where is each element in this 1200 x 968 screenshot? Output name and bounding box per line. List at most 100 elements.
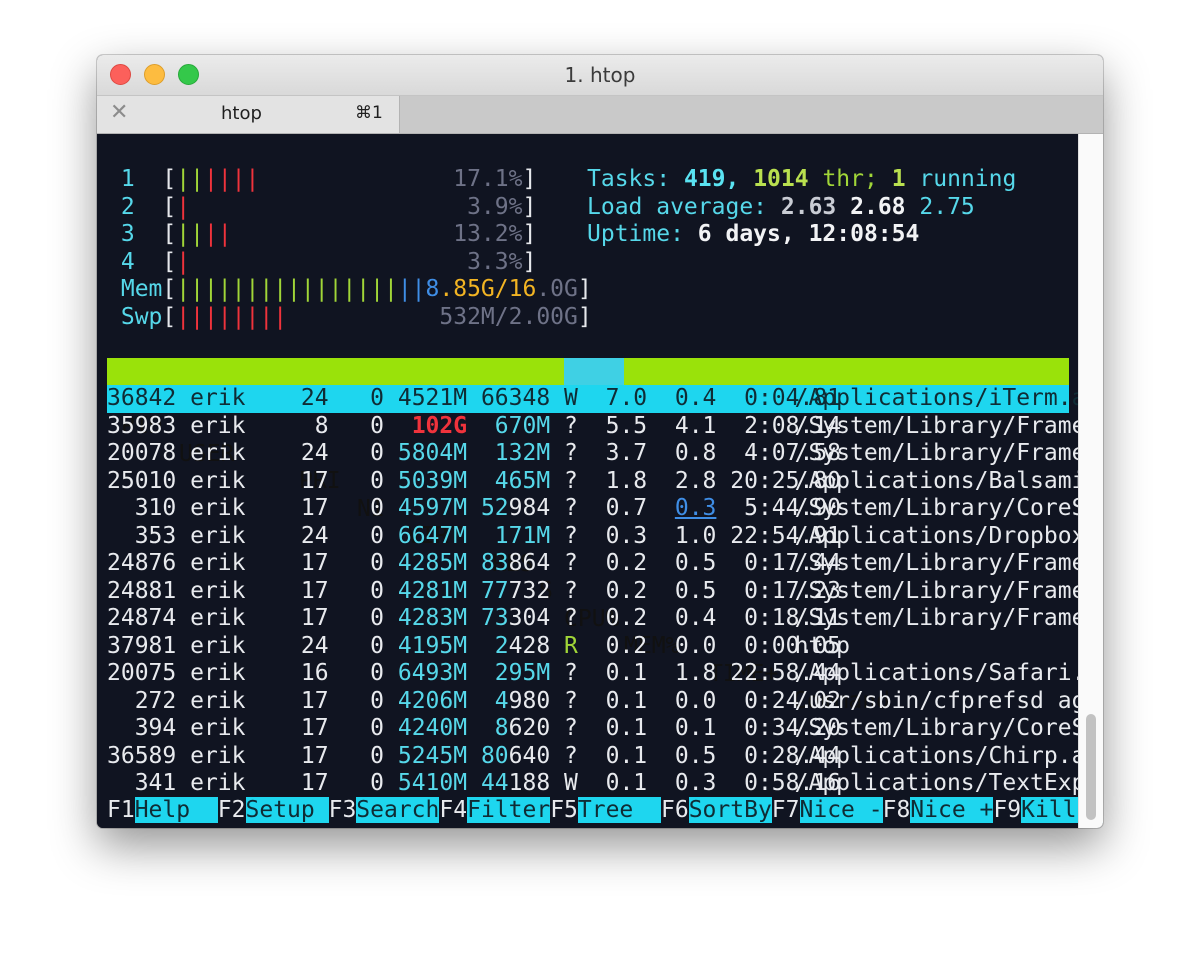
cell-cpu: 3.7 <box>605 440 648 466</box>
cell-mem: 0.0 <box>674 632 717 659</box>
cell-mem: 1.0 <box>674 522 717 549</box>
cell-cpu: 1.8 <box>605 467 648 494</box>
fkey-f6[interactable]: F6SortBy <box>661 797 772 824</box>
cell-s: ? <box>564 550 578 576</box>
cpu-percent: 17.1% <box>453 166 523 192</box>
cell-res: 44188 <box>480 770 551 796</box>
table-row[interactable]: 20075 erik 16 0 6493M 295M? 0.1 1.8 22:58.44/App… <box>107 660 1103 688</box>
table-row[interactable]: 353 erik 24 0 6647M 171M? 0.3 1.0 22:54.91/Appli… <box>107 522 1103 551</box>
cell-ni: 0 <box>370 412 384 439</box>
scrollbar[interactable] <box>1078 134 1103 828</box>
table-row[interactable]: 20078 erik 24 0 5804M 132M? 3.7 0.8 4:07.58/Syst… <box>107 440 1103 468</box>
tab-htop[interactable]: ✕ htop ⌘1 <box>97 96 400 133</box>
swp-used: 532M <box>439 303 495 330</box>
fkey-f5[interactable]: F5Tree <box>550 797 661 824</box>
cell-virt: 4206M <box>397 687 468 714</box>
cell-s: R <box>564 632 578 659</box>
running-label: running <box>919 166 1017 192</box>
table-row[interactable]: 35983 erik 8 0 102G 670M? 5.5 4.1 2:08.14/System… <box>107 412 1103 441</box>
cell-res: 670M <box>494 412 551 439</box>
table-row[interactable]: 37981 erik 24 0 4195M 2428 R 0.2 0.0 0:00.05 htop <box>107 633 1069 661</box>
fkey-f4[interactable]: F4Filter <box>439 797 551 824</box>
cell-res: 295M <box>494 660 551 686</box>
uptime-value: 6 days, 12:08:54 <box>697 221 920 247</box>
terminal-window: 1. htop ✕ htop ⌘1 1 [|||||| 17.1%] 2 [| … <box>97 55 1103 828</box>
cell-res: 52984 <box>480 495 551 521</box>
mem-meter: Mem[||||||||||||||||||8.85G/16.0G] <box>120 276 592 302</box>
scrollbar-thumb[interactable] <box>1086 714 1096 820</box>
cell-cmd: /System/Library/Framewo <box>794 605 1103 631</box>
cell-mem: 0.3 <box>674 770 717 796</box>
cell-virt: 4240M <box>397 715 468 741</box>
cell-pid: 24874 <box>107 605 177 631</box>
cell-s: ? <box>564 440 578 466</box>
cell-user: erik <box>190 577 246 604</box>
cell-pri: 16 <box>300 660 329 686</box>
mem-used-first: 8 <box>425 276 440 302</box>
fkey-f1[interactable]: F1Help <box>107 797 218 824</box>
cell-res: 8620 <box>494 715 551 741</box>
table-row[interactable]: 24881 erik 17 0 4281M 77732? 0.2 0.5 0:17.23/Sys… <box>107 577 1103 606</box>
cpu-percent: 3.3% <box>467 248 523 275</box>
cell-cpu: 0.3 <box>605 522 648 549</box>
cell-mem: 0.0 <box>674 687 717 714</box>
thread-count: 1014 <box>753 166 809 192</box>
cell-cpu: 0.2 <box>605 605 648 631</box>
fkey-f3[interactable]: F3Search <box>329 797 440 824</box>
mem-label: Mem <box>120 276 163 302</box>
cell-ni: 0 <box>370 440 384 466</box>
cell-res: 66348 <box>480 385 551 411</box>
process-table-header[interactable]: PID USER PRI NI VIRT RES S CPU% MEM% TIM… <box>107 358 1069 714</box>
fkey-f7[interactable]: F7Nice - <box>772 797 883 824</box>
table-row[interactable]: 310 erik 17 0 4597M 52984? 0.7 0.3 5:44.90/Syste… <box>107 495 1103 523</box>
table-row[interactable]: 394 erik 17 0 4240M 8620? 0.1 0.1 0:34.20/System… <box>107 715 1103 743</box>
fkey-label: Nice + <box>910 797 994 823</box>
cell-virt: 5245M <box>397 742 468 769</box>
tab-shortcut: ⌘1 <box>355 103 383 123</box>
fkey-f8[interactable]: F8Nice + <box>883 797 994 824</box>
cell-s: ? <box>564 660 578 686</box>
cell-pri: 24 <box>300 522 329 549</box>
cell-user: erik <box>190 495 246 521</box>
cell-res: 77732 <box>480 577 551 604</box>
close-icon[interactable]: ✕ <box>110 100 128 125</box>
cell-pri: 17 <box>300 577 329 604</box>
cell-virt: 4285M <box>397 550 468 576</box>
table-row[interactable]: 341 erik 17 0 5410M 44188 W 0.1 0.3 0:58.16/Appli… <box>107 770 1103 798</box>
swp-total: 2.00G <box>508 303 578 330</box>
cell-mem: 0.4 <box>674 605 717 631</box>
cell-s: ? <box>564 577 578 604</box>
fkey-label: Nice - <box>799 797 883 823</box>
fkey-number: F7 <box>771 797 800 823</box>
cell-s: ? <box>564 715 578 741</box>
cell-cpu: 0.2 <box>605 550 648 576</box>
load-1: 2.63 <box>780 193 837 220</box>
fkey-f2[interactable]: F2Setup <box>218 797 329 824</box>
load-5: 2.68 <box>850 193 906 220</box>
title-bar: 1. htop <box>97 55 1103 96</box>
cell-pri: 24 <box>300 440 329 466</box>
cell-pid: 353 <box>134 522 177 549</box>
cell-user: erik <box>190 440 246 466</box>
table-row-selected[interactable]: 36842 erik 24 0 4521M 66348 W 7.0 0.4 0:04.81/App… <box>107 385 1103 413</box>
terminal-content[interactable]: 1 [|||||| 17.1%] 2 [| 3.9%] 3 [|||| 13.2… <box>97 134 1103 828</box>
table-row[interactable]: 24876 erik 17 0 4285M 83864? 0.2 0.5 0:17.44/Sys… <box>107 550 1103 578</box>
table-row[interactable]: 24874 erik 17 0 4283M 73304? 0.2 0.4 0:18.11/Sys… <box>107 605 1103 633</box>
cell-pid: 272 <box>134 687 177 714</box>
cell-cmd: /Applications/TextExpan <box>794 770 1103 796</box>
table-row[interactable]: 272 erik 17 0 4206M 4980? 0.1 0.0 0:24.02/usr/sb… <box>107 687 1103 716</box>
tasks-label: Tasks: <box>587 166 671 192</box>
table-row[interactable]: 25010 erik 17 0 5039M 465M? 1.8 2.8 20:25.80/App… <box>107 467 1099 496</box>
cell-mem: 0.4 <box>674 385 717 411</box>
fkey-number: F8 <box>882 797 911 823</box>
cpu-percent: 13.2% <box>453 221 523 247</box>
table-row[interactable]: 36589 erik 17 0 5245M 80640? 0.1 0.5 0:28.44/App… <box>107 742 1103 771</box>
cell-res: 73304 <box>480 605 551 631</box>
cell-virt: 4195M <box>397 632 468 659</box>
cell-ni: 0 <box>370 687 384 714</box>
cell-s: ? <box>564 605 578 631</box>
cell-cpu: 0.1 <box>605 660 648 686</box>
cell-mem: 0.5 <box>674 577 717 604</box>
fkey-number: F4 <box>439 797 468 823</box>
cell-user: erik <box>190 770 246 796</box>
